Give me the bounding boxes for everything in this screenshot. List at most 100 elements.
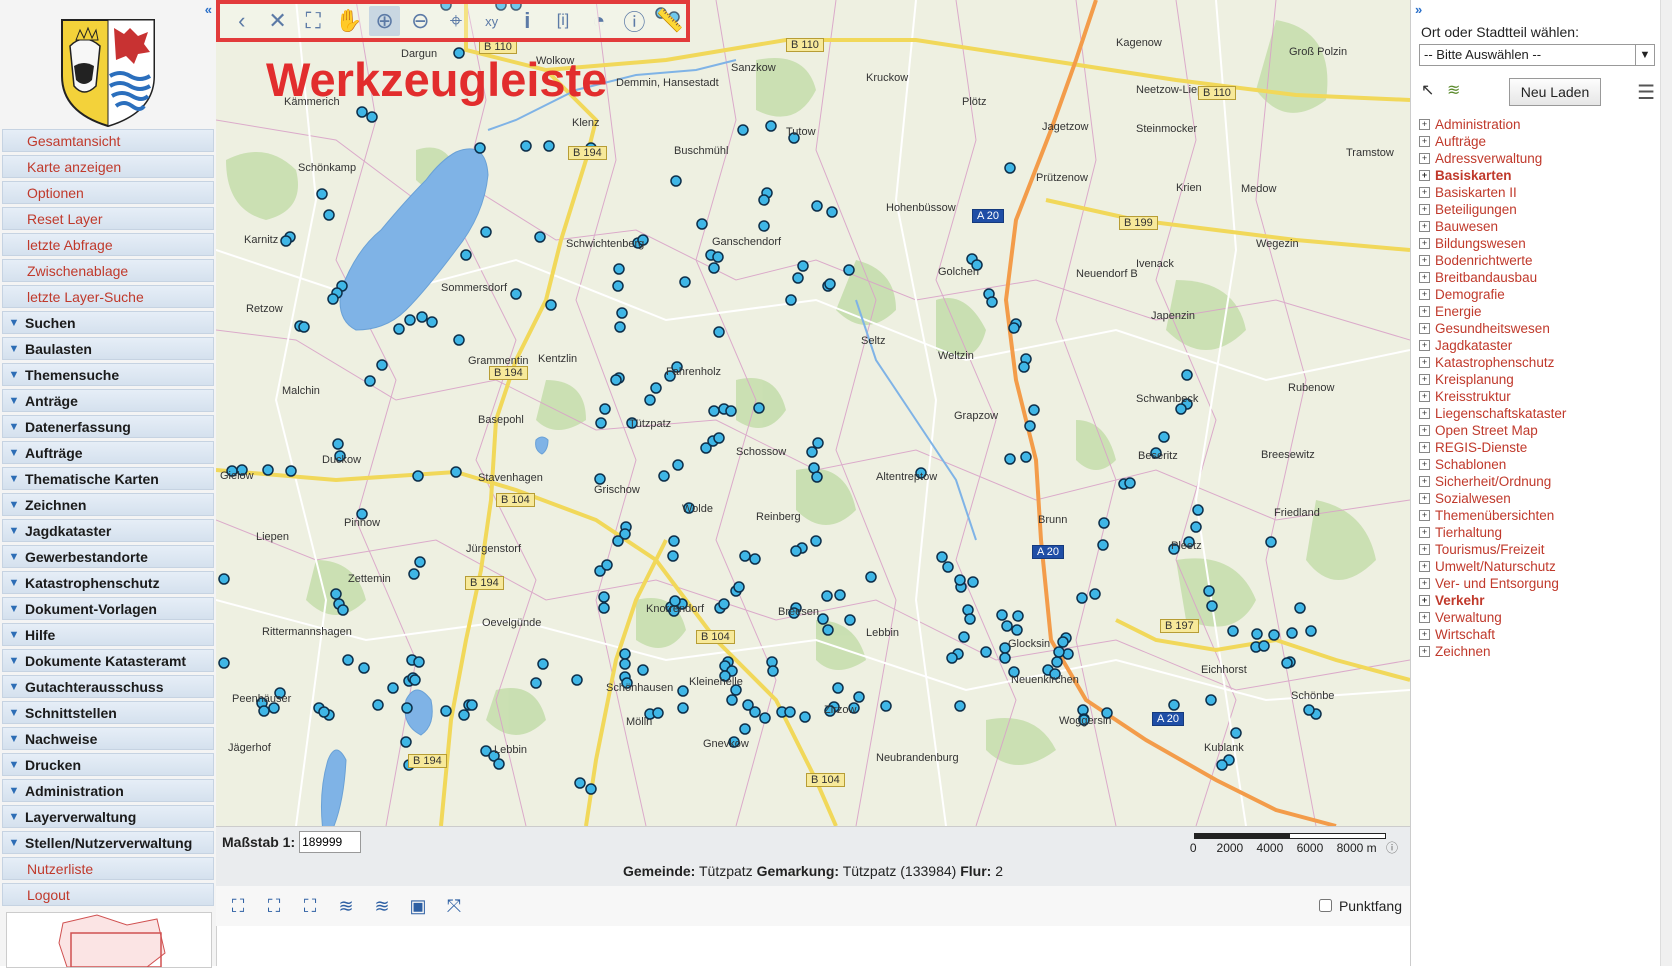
map-point[interactable] xyxy=(453,334,465,346)
save-layers-icon[interactable]: ≋ xyxy=(332,892,360,920)
map-point[interactable] xyxy=(1203,585,1215,597)
map-point[interactable] xyxy=(679,276,691,288)
expand-plus-icon[interactable]: + xyxy=(1419,544,1430,555)
menu-item-17[interactable]: ▼ Katastrophenschutz xyxy=(2,571,214,594)
expand-plus-icon[interactable]: + xyxy=(1419,272,1430,283)
menu-item-18[interactable]: ▼ Dokument-Vorlagen xyxy=(2,597,214,620)
map-point[interactable] xyxy=(844,614,856,626)
map-point[interactable] xyxy=(713,326,725,338)
map-point[interactable] xyxy=(612,280,624,292)
layer-group-17[interactable]: + Liegenschaftskataster xyxy=(1419,405,1659,422)
map-point[interactable] xyxy=(1001,620,1013,632)
map-point[interactable] xyxy=(758,194,770,206)
hamburger-menu-icon[interactable]: ☰ xyxy=(1637,80,1655,105)
menu-item-28[interactable]: Nutzerliste xyxy=(2,857,214,880)
expand-plus-icon[interactable]: + xyxy=(1419,136,1430,147)
menu-item-26[interactable]: ▼ Layerverwaltung xyxy=(2,805,214,828)
map-point[interactable] xyxy=(376,359,388,371)
map-point[interactable] xyxy=(853,691,865,703)
map-point[interactable] xyxy=(765,120,777,132)
fullscreen-icon[interactable]: ⤧ xyxy=(440,892,468,920)
map-point[interactable] xyxy=(599,403,611,415)
menu-item-4[interactable]: letzte Abfrage xyxy=(2,233,214,256)
layer-group-2[interactable]: + Adressverwaltung xyxy=(1419,150,1659,167)
layer-group-11[interactable]: + Energie xyxy=(1419,303,1659,320)
zoom-out-icon[interactable]: ⊖ xyxy=(404,6,436,36)
map-point[interactable] xyxy=(404,314,416,326)
map-point[interactable] xyxy=(616,307,628,319)
layer-group-19[interactable]: + REGIS-Dienste xyxy=(1419,439,1659,456)
neu-laden-button[interactable]: Neu Laden xyxy=(1509,78,1601,106)
map-point[interactable] xyxy=(986,296,998,308)
menu-item-0[interactable]: Gesamtansicht xyxy=(2,129,214,152)
map-point[interactable] xyxy=(619,648,631,660)
expand-plus-icon[interactable]: + xyxy=(1419,204,1430,215)
expand-plus-icon[interactable]: + xyxy=(1419,425,1430,436)
map-point[interactable] xyxy=(372,699,384,711)
map-point[interactable] xyxy=(936,551,948,563)
map-point[interactable] xyxy=(865,571,877,583)
map-point[interactable] xyxy=(510,288,522,300)
menu-item-5[interactable]: Zwischenablage xyxy=(2,259,214,282)
menu-item-21[interactable]: ▼ Gutachterausschuss xyxy=(2,675,214,698)
menu-item-14[interactable]: ▼ Zeichnen xyxy=(2,493,214,516)
map-point[interactable] xyxy=(1190,521,1202,533)
layer-group-20[interactable]: + Schablonen xyxy=(1419,456,1659,473)
map-point[interactable] xyxy=(393,323,405,335)
expand-plus-icon[interactable]: + xyxy=(1419,493,1430,504)
map-point[interactable] xyxy=(1268,629,1280,641)
map-point[interactable] xyxy=(327,293,339,305)
map-point[interactable] xyxy=(466,699,478,711)
map-point[interactable] xyxy=(342,654,354,666)
map-point[interactable] xyxy=(996,609,1008,621)
map-point[interactable] xyxy=(460,249,472,261)
map-point[interactable] xyxy=(598,591,610,603)
map-point[interactable] xyxy=(610,374,622,386)
map-point[interactable] xyxy=(330,588,342,600)
map-view[interactable]: Dargun Kämmerich Wolkow Sanzkow Kruckow Kagen… xyxy=(216,0,1410,826)
menu-item-25[interactable]: ▼ Administration xyxy=(2,779,214,802)
ort-select[interactable]: -- Bitte Auswählen -- ▼ xyxy=(1419,44,1655,66)
expand-plus-icon[interactable]: + xyxy=(1419,476,1430,487)
map-point[interactable] xyxy=(749,553,761,565)
map-point[interactable] xyxy=(652,707,664,719)
map-point[interactable] xyxy=(667,550,679,562)
overview-map[interactable] xyxy=(6,912,212,968)
map-point[interactable] xyxy=(543,140,555,152)
expand-plus-icon[interactable]: + xyxy=(1419,153,1430,164)
map-point[interactable] xyxy=(821,590,833,602)
map-point[interactable] xyxy=(426,316,438,328)
map-point[interactable] xyxy=(799,711,811,723)
map-point[interactable] xyxy=(218,573,230,585)
map-point[interactable] xyxy=(759,712,771,724)
map-point[interactable] xyxy=(520,140,532,152)
map-point[interactable] xyxy=(450,466,462,478)
map-point[interactable] xyxy=(1097,539,1109,551)
layers-icon[interactable]: ≋ xyxy=(1447,80,1460,100)
map-point[interactable] xyxy=(585,783,597,795)
map-point[interactable] xyxy=(811,200,823,212)
map-point[interactable] xyxy=(1303,704,1315,716)
measure-icon[interactable]: 📏 xyxy=(654,6,686,36)
map-point[interactable] xyxy=(712,251,724,263)
menu-item-24[interactable]: ▼ Drucken xyxy=(2,753,214,776)
expand-plus-icon[interactable]: + xyxy=(1419,187,1430,198)
map-point[interactable] xyxy=(413,656,425,668)
layer-group-3[interactable]: + Basiskarten xyxy=(1419,167,1659,184)
menu-item-6[interactable]: letzte Layer-Suche xyxy=(2,285,214,308)
map-point[interactable] xyxy=(832,682,844,694)
map-point[interactable] xyxy=(1251,628,1263,640)
map-point[interactable] xyxy=(792,272,804,284)
map-point[interactable] xyxy=(954,700,966,712)
layer-group-22[interactable]: + Sozialwesen xyxy=(1419,490,1659,507)
map-point[interactable] xyxy=(739,723,751,735)
map-point[interactable] xyxy=(571,674,583,686)
map-point[interactable] xyxy=(1216,759,1228,771)
map-point[interactable] xyxy=(810,535,822,547)
map-point[interactable] xyxy=(753,402,765,414)
map-point[interactable] xyxy=(258,705,270,717)
expand-plus-icon[interactable]: + xyxy=(1419,510,1430,521)
expand-plus-icon[interactable]: + xyxy=(1419,442,1430,453)
map-point[interactable] xyxy=(811,471,823,483)
map-point[interactable] xyxy=(658,470,670,482)
